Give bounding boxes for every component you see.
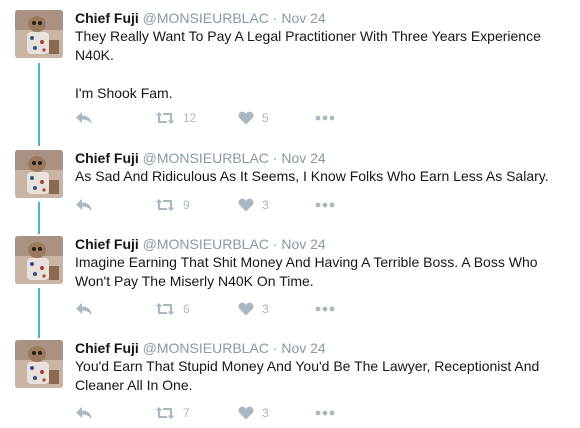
tweet-date[interactable]: Nov 24: [281, 340, 325, 356]
reply-icon: [76, 303, 92, 315]
heart-icon: [238, 302, 254, 316]
like-button[interactable]: 5: [238, 108, 269, 128]
more-icon: [315, 410, 335, 416]
reply-icon: [76, 199, 92, 211]
tweet-date[interactable]: Nov 24: [281, 10, 325, 26]
more-icon: [315, 202, 335, 208]
tweet-header: Chief Fuji @MONSIEURBLAC · Nov 24: [75, 149, 326, 167]
retweet-count: 9: [183, 198, 190, 212]
tweet-header: Chief Fuji @MONSIEURBLAC · Nov 24: [75, 9, 326, 27]
separator: ·: [272, 340, 278, 356]
tweet-text: As Sad And Ridiculous As It Seems, I Kno…: [75, 168, 549, 184]
tweet-date[interactable]: Nov 24: [281, 150, 325, 166]
tweet-actions: 9 3: [75, 195, 375, 215]
author-name[interactable]: Chief Fuji: [75, 340, 139, 356]
tweet-text: They Really Want To Pay A Legal Practiti…: [75, 28, 541, 101]
separator: ·: [272, 150, 278, 166]
reply-button[interactable]: [75, 299, 93, 319]
tweet-actions: 6 3: [75, 299, 375, 319]
tweet-header: Chief Fuji @MONSIEURBLAC · Nov 24: [75, 339, 326, 357]
tweet-date[interactable]: Nov 24: [281, 236, 325, 252]
more-icon: [315, 115, 335, 121]
like-button[interactable]: 3: [238, 299, 269, 319]
retweet-icon: [155, 407, 175, 419]
author-handle[interactable]: @MONSIEURBLAC: [143, 150, 269, 166]
separator: ·: [272, 236, 278, 252]
retweet-count: 7: [183, 406, 190, 420]
thread-line: [38, 202, 40, 234]
author-name[interactable]: Chief Fuji: [75, 236, 139, 252]
heart-icon: [238, 198, 254, 212]
separator: ·: [272, 10, 278, 26]
meerkat-avatar-icon: [15, 236, 63, 284]
like-button[interactable]: 3: [238, 403, 269, 423]
thread-line: [38, 63, 40, 146]
author-handle[interactable]: @MONSIEURBLAC: [143, 340, 269, 356]
heart-icon: [238, 111, 254, 125]
tweet-actions: 12 5: [75, 108, 375, 128]
reply-button[interactable]: [75, 195, 93, 215]
avatar[interactable]: [15, 236, 63, 284]
avatar[interactable]: [15, 340, 63, 388]
author-handle[interactable]: @MONSIEURBLAC: [143, 236, 269, 252]
like-count: 3: [262, 198, 269, 212]
more-button[interactable]: [315, 403, 335, 423]
meerkat-avatar-icon: [15, 340, 63, 388]
tweet-header: Chief Fuji @MONSIEURBLAC · Nov 24: [75, 235, 326, 253]
heart-icon: [238, 406, 254, 420]
meerkat-avatar-icon: [15, 10, 63, 58]
author-name[interactable]: Chief Fuji: [75, 150, 139, 166]
retweet-icon: [155, 303, 175, 315]
reply-icon: [76, 112, 92, 124]
retweet-icon: [155, 112, 175, 124]
more-icon: [315, 306, 335, 312]
more-button[interactable]: [315, 299, 335, 319]
retweet-count: 12: [183, 111, 197, 125]
like-count: 3: [262, 302, 269, 316]
meerkat-avatar-icon: [15, 150, 63, 198]
reply-button[interactable]: [75, 108, 93, 128]
retweet-button[interactable]: 7: [155, 403, 190, 423]
more-button[interactable]: [315, 195, 335, 215]
retweet-button[interactable]: 12: [155, 108, 196, 128]
retweet-button[interactable]: 6: [155, 299, 190, 319]
like-button[interactable]: 3: [238, 195, 269, 215]
tweet-text: Imagine Earning That Shit Money And Havi…: [75, 254, 538, 289]
like-count: 3: [262, 406, 269, 420]
retweet-icon: [155, 199, 175, 211]
reply-icon: [76, 407, 92, 419]
retweet-button[interactable]: 9: [155, 195, 190, 215]
tweet-actions: 7 3: [75, 403, 375, 423]
author-name[interactable]: Chief Fuji: [75, 10, 139, 26]
thread-line: [38, 288, 40, 338]
avatar[interactable]: [15, 150, 63, 198]
avatar[interactable]: [15, 10, 63, 58]
reply-button[interactable]: [75, 403, 93, 423]
author-handle[interactable]: @MONSIEURBLAC: [143, 10, 269, 26]
retweet-count: 6: [183, 302, 190, 316]
tweet-text: You'd Earn That Stupid Money And You'd B…: [75, 358, 540, 393]
like-count: 5: [262, 111, 269, 125]
more-button[interactable]: [315, 108, 335, 128]
